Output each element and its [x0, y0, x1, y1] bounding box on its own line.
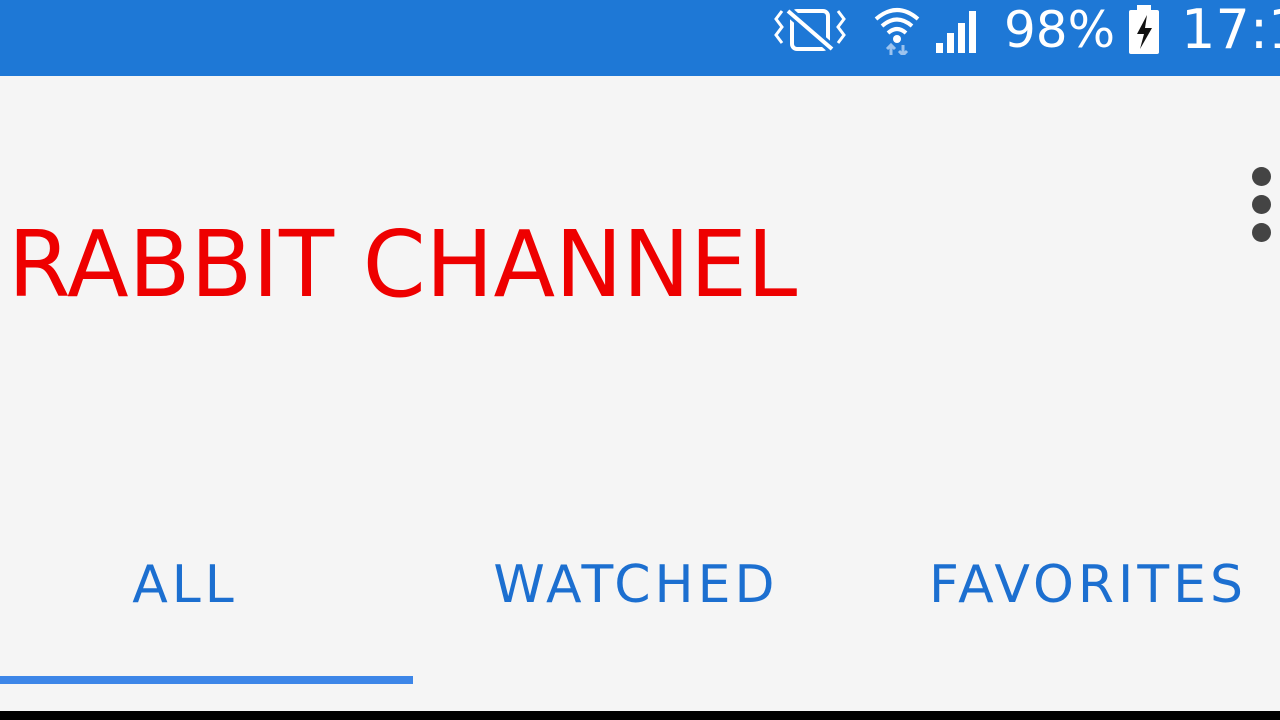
- wifi-icon: [874, 5, 920, 55]
- tab-bar: ALL WATCHED FAVORITES: [0, 530, 1280, 684]
- status-bar: 98% 17:1: [0, 0, 1280, 76]
- more-vertical-icon[interactable]: [1240, 160, 1280, 250]
- menu-dot: [1252, 223, 1271, 242]
- menu-dot: [1252, 167, 1271, 186]
- mute-vibrate-icon: [774, 5, 846, 55]
- menu-dot: [1252, 195, 1271, 214]
- tab-selected-indicator: [0, 676, 413, 684]
- battery-charging-icon: [1127, 5, 1161, 55]
- app-title: RABBIT CHANNEL: [8, 210, 798, 318]
- clock: 17:1: [1181, 0, 1280, 61]
- tab-all[interactable]: ALL: [0, 530, 370, 640]
- battery-percent: 98%: [1004, 1, 1116, 59]
- bottom-edge: [0, 711, 1280, 720]
- app-screen: 98% 17:1 RABBIT CHANNEL ALL WATCHED FAVO…: [0, 0, 1280, 720]
- tab-watched[interactable]: WATCHED: [426, 530, 846, 640]
- tab-favorites[interactable]: FAVORITES: [876, 530, 1280, 640]
- signal-icon: [934, 5, 984, 55]
- status-icons: 98% 17:1: [770, 0, 1280, 60]
